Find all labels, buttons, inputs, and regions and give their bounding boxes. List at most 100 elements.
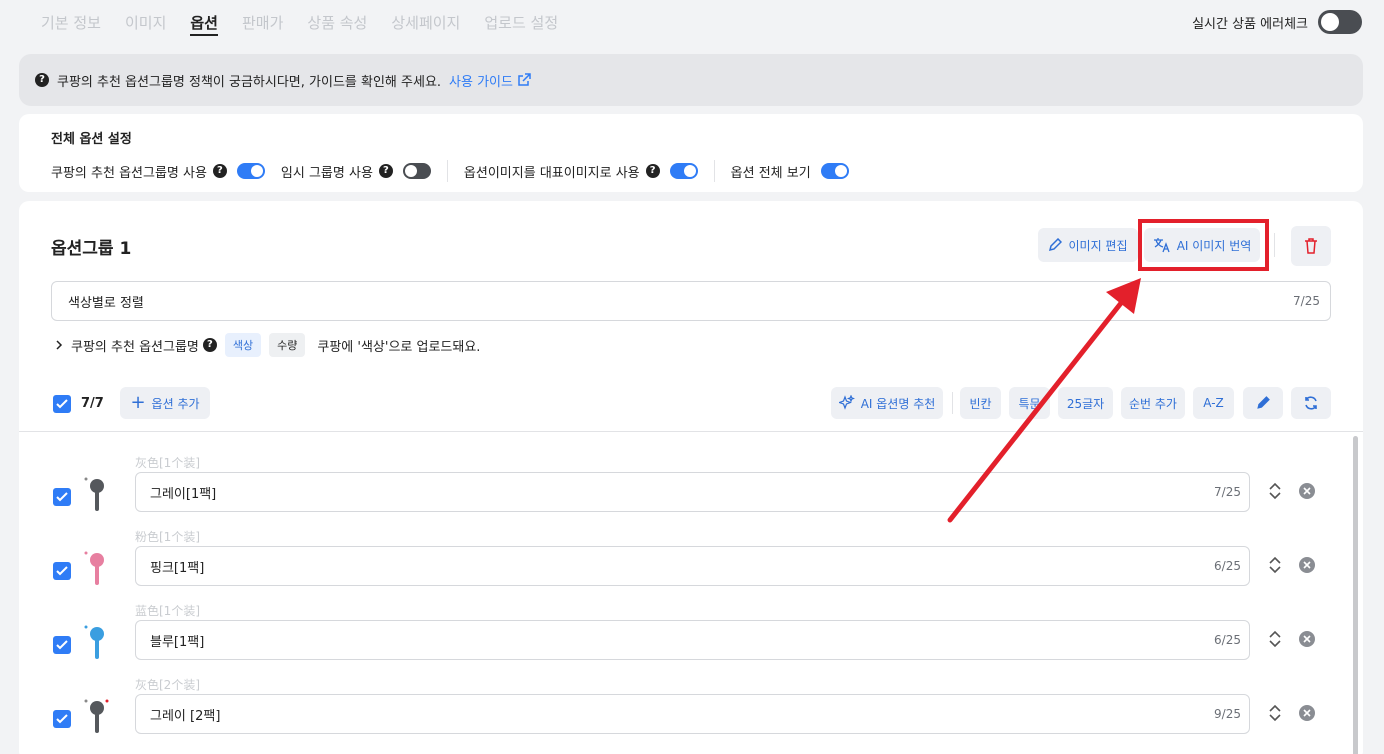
option-name-value: 핑크[1팩] xyxy=(150,560,205,576)
chevron-right-icon[interactable] xyxy=(55,340,63,350)
option-checkbox[interactable] xyxy=(53,562,71,580)
global-settings-title: 전체 옵션 설정 xyxy=(51,132,132,147)
setting-label: 쿠팡의 추천 옵션그룹명 사용 xyxy=(51,165,207,181)
option-checkbox[interactable] xyxy=(53,710,71,728)
help-icon[interactable]: ? xyxy=(645,164,660,178)
tool-special-char-button[interactable]: 특문 xyxy=(1009,387,1050,419)
recommend-chip-color[interactable]: 색상 xyxy=(224,333,262,357)
delete-group-button[interactable] xyxy=(1291,226,1331,266)
pencil-icon xyxy=(1257,396,1270,409)
divider xyxy=(952,392,953,414)
refresh-button[interactable] xyxy=(1291,387,1331,419)
error-check: 실시간 상품 에러체크 xyxy=(1192,10,1362,34)
tab-attributes[interactable]: 상품 속성 xyxy=(307,12,367,36)
tool-25-chars-button[interactable]: 25글자 xyxy=(1058,387,1113,419)
setting-label: 임시 그룹명 사용 xyxy=(280,165,373,181)
show-all-toggle[interactable] xyxy=(820,163,849,179)
divider xyxy=(446,160,448,182)
add-option-button[interactable]: + 옵션 추가 xyxy=(120,387,210,419)
help-icon: ? xyxy=(35,73,49,87)
plus-icon: + xyxy=(130,392,146,413)
tool-blank-button[interactable]: 빈칸 xyxy=(960,387,1001,419)
reorder-icon[interactable] xyxy=(1268,630,1282,648)
option-name-value: 블루[1팩] xyxy=(150,634,205,650)
option-row: 蓝色[1个装] 블루[1팩] 6/25 xyxy=(19,602,1349,676)
recommend-note: 쿠팡에 '색상'으로 업로드돼요. xyxy=(317,339,481,355)
info-banner: ? 쿠팡의 추천 옵션그룹명 정책이 궁금하시다면, 가이드를 확인해 주세요.… xyxy=(19,54,1363,106)
bulk-edit-button[interactable] xyxy=(1243,387,1283,419)
option-thumbnail xyxy=(84,699,109,733)
reorder-icon[interactable] xyxy=(1268,482,1282,500)
setting-temp-group-name: 임시 그룹명 사용 ? xyxy=(281,162,431,181)
option-thumbnail xyxy=(84,551,104,585)
reorder-icon[interactable] xyxy=(1268,704,1282,722)
tool-add-sequence-button[interactable]: 순번 추가 xyxy=(1121,387,1185,419)
option-image-toggle[interactable] xyxy=(669,163,698,179)
option-name-count: 7/25 xyxy=(1214,485,1241,499)
option-name-value: 그레이 [2팩] xyxy=(150,708,221,724)
option-name-field[interactable]: 그레이[1팩] 7/25 xyxy=(135,472,1250,512)
option-row: 粉色[1个装] 핑크[1팩] 6/25 xyxy=(19,528,1349,602)
recommend-toggle[interactable] xyxy=(236,163,265,179)
sparkle-icon xyxy=(838,395,855,410)
external-link-icon xyxy=(518,73,531,86)
setting-label: 옵션이미지를 대표이미지로 사용 xyxy=(463,165,640,181)
tab-upload-settings[interactable]: 업로드 설정 xyxy=(484,12,558,36)
tool-sort-az-button[interactable]: A-Z xyxy=(1193,387,1234,419)
setting-label: 옵션 전체 보기 xyxy=(730,165,811,181)
temp-name-toggle[interactable] xyxy=(402,163,431,179)
option-name-count: 6/25 xyxy=(1214,633,1241,647)
setting-show-all: 옵션 전체 보기 xyxy=(731,162,849,181)
edit-image-label: 이미지 편집 xyxy=(1068,238,1128,253)
option-name-field[interactable]: 그레이 [2팩] 9/25 xyxy=(135,694,1250,734)
original-option-name: 灰色[2个装] xyxy=(135,678,200,692)
tab-images[interactable]: 이미지 xyxy=(125,12,166,36)
error-check-label: 실시간 상품 에러체크 xyxy=(1192,16,1308,32)
remove-option-icon[interactable] xyxy=(1299,557,1315,573)
selected-count: 7/7 xyxy=(81,396,104,411)
option-thumbnail xyxy=(84,477,104,511)
error-check-toggle[interactable] xyxy=(1318,10,1362,34)
settings-row: 쿠팡의 추천 옵션그룹명 사용 ? 임시 그룹명 사용 ? 옵션이미지를 대표이… xyxy=(51,160,849,182)
group-name-field[interactable]: 색상별로 정렬 7/25 xyxy=(51,281,1331,321)
tab-options[interactable]: 옵션 xyxy=(190,12,218,36)
select-all-checkbox[interactable] xyxy=(53,395,71,413)
trash-icon xyxy=(1305,238,1317,254)
tab-price[interactable]: 판매가 xyxy=(242,12,283,36)
remove-option-icon[interactable] xyxy=(1299,483,1315,499)
original-option-name: 灰色[1个装] xyxy=(135,456,200,470)
tab-basic-info[interactable]: 기본 정보 xyxy=(41,12,101,36)
help-icon[interactable]: ? xyxy=(212,164,227,178)
option-name-field[interactable]: 핑크[1팩] 6/25 xyxy=(135,546,1250,586)
recommend-label: 쿠팡의 추천 옵션그룹명 xyxy=(71,339,199,355)
group-name-count: 7/25 xyxy=(1293,294,1320,308)
ai-option-name-button[interactable]: AI 옵션명 추천 xyxy=(831,387,943,419)
divider xyxy=(713,160,715,182)
option-name-field[interactable]: 블루[1팩] 6/25 xyxy=(135,620,1250,660)
help-icon[interactable]: ? xyxy=(378,164,393,178)
guide-link[interactable]: 사용 가이드 xyxy=(449,71,531,90)
recommend-chip-quantity[interactable]: 수량 xyxy=(269,333,306,357)
tab-detail-page[interactable]: 상세페이지 xyxy=(391,12,460,36)
setting-coupang-recommend: 쿠팡의 추천 옵션그룹명 사용 ? xyxy=(51,162,265,181)
option-checkbox[interactable] xyxy=(53,488,71,506)
add-option-label: 옵션 추가 xyxy=(151,396,200,411)
recommend-group-names: 쿠팡의 추천 옵션그룹명 ? 색상 수량 쿠팡에 '색상'으로 업로드돼요. xyxy=(55,332,480,358)
setting-option-image-main: 옵션이미지를 대표이미지로 사용 ? xyxy=(464,162,698,181)
help-icon[interactable]: ? xyxy=(202,338,217,352)
option-name-count: 9/25 xyxy=(1214,707,1241,721)
option-row: 灰色[1个装] 그레이[1팩] 7/25 xyxy=(19,454,1349,528)
refresh-icon xyxy=(1305,396,1317,410)
pencil-icon xyxy=(1049,238,1063,252)
scrollbar[interactable] xyxy=(1353,436,1358,754)
remove-option-icon[interactable] xyxy=(1299,705,1315,721)
guide-link-label: 사용 가이드 xyxy=(449,74,513,90)
highlight-box xyxy=(1138,219,1269,271)
option-thumbnail xyxy=(84,625,104,659)
edit-image-button[interactable]: 이미지 편집 xyxy=(1038,228,1138,262)
option-editor: 기본 정보 이미지 옵션 판매가 상품 속성 상세페이지 업로드 설정 실시간 … xyxy=(0,0,1384,754)
option-checkbox[interactable] xyxy=(53,636,71,654)
tab-bar: 기본 정보 이미지 옵션 판매가 상품 속성 상세페이지 업로드 설정 xyxy=(41,12,582,36)
remove-option-icon[interactable] xyxy=(1299,631,1315,647)
reorder-icon[interactable] xyxy=(1268,556,1282,574)
